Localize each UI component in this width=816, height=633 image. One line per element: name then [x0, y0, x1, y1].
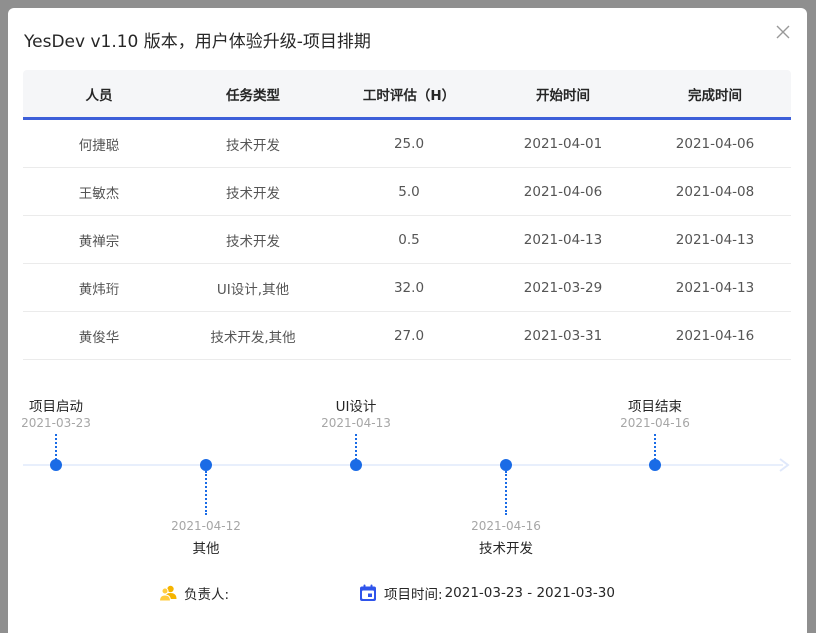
project-info-footer: 负责人: 项目时间: 2021-03-23 - 2021-03-30 — [8, 578, 807, 608]
milestone-label: 项目结束 — [628, 399, 682, 415]
cell-end-date: 2021-04-08 — [675, 183, 755, 200]
milestone-date: 2021-03-23 — [21, 416, 91, 430]
milestone-date: 2021-04-12 — [171, 519, 241, 533]
milestone-label: 技术开发 — [479, 541, 533, 557]
milestone-date: 2021-04-16 — [620, 416, 690, 430]
table-row: 何捷聪 技术开发 25.0 2021-04-01 2021-04-06 — [23, 120, 791, 168]
project-time-field: 项目时间: 2021-03-23 - 2021-03-30 — [358, 583, 615, 603]
milestone-connector — [355, 434, 357, 460]
cell-end-date: 2021-04-13 — [675, 231, 755, 248]
cell-end-date: 2021-04-16 — [675, 327, 755, 344]
cell-task-type: UI设计,其他 — [216, 281, 290, 298]
column-header-task-type: 任务类型 — [226, 87, 280, 104]
arrow-right-icon — [779, 458, 790, 472]
milestone-connector — [505, 471, 507, 515]
cell-start-date: 2021-03-31 — [523, 327, 603, 344]
calendar-icon — [360, 584, 376, 601]
column-header-start-date: 开始时间 — [536, 87, 590, 104]
milestone-node[interactable] — [350, 459, 362, 471]
cell-end-date: 2021-04-13 — [675, 279, 755, 296]
cell-person: 王敏杰 — [78, 185, 120, 202]
milestone-label: UI设计 — [335, 399, 377, 415]
cell-start-date: 2021-03-29 — [523, 279, 603, 296]
cell-hours: 27.0 — [393, 327, 425, 344]
project-time-label: 项目时间: — [384, 587, 443, 603]
cell-hours: 5.0 — [398, 183, 420, 200]
cell-end-date: 2021-04-06 — [675, 135, 755, 152]
milestone-label: 其他 — [192, 541, 220, 557]
column-header-person: 人员 — [85, 87, 113, 104]
column-header-end-date: 完成时间 — [688, 87, 742, 104]
cell-start-date: 2021-04-06 — [523, 183, 603, 200]
milestone-node[interactable] — [500, 459, 512, 471]
project-time-value: 2021-03-23 - 2021-03-30 — [444, 585, 615, 601]
table-row: 黄禅宗 技术开发 0.5 2021-04-13 2021-04-13 — [23, 216, 791, 264]
milestone-connector — [654, 434, 656, 460]
milestone-label: 项目启动 — [29, 399, 83, 415]
close-button[interactable] — [775, 24, 791, 40]
table-row: 王敏杰 技术开发 5.0 2021-04-06 2021-04-08 — [23, 168, 791, 216]
cell-hours: 25.0 — [393, 135, 425, 152]
owner-label: 负责人: — [184, 587, 230, 603]
milestone-date: 2021-04-16 — [471, 519, 541, 533]
close-icon — [776, 25, 790, 39]
user-group-icon — [158, 585, 177, 602]
cell-task-type: 技术开发,其他 — [210, 329, 296, 346]
cell-person: 黄俊华 — [78, 329, 120, 346]
dialog-title: YesDev v1.10 版本，用户体验升级-项目排期 — [24, 32, 371, 52]
column-header-hours: 工时评估（H） — [362, 87, 456, 104]
schedule-dialog: YesDev v1.10 版本，用户体验升级-项目排期 人员 任务类型 工时评估… — [8, 8, 807, 633]
cell-hours: 0.5 — [398, 231, 420, 248]
milestone-node[interactable] — [200, 459, 212, 471]
table-header: 人员 任务类型 工时评估（H） 开始时间 完成时间 — [23, 70, 791, 120]
cell-start-date: 2021-04-13 — [523, 231, 603, 248]
cell-start-date: 2021-04-01 — [523, 135, 603, 152]
milestone-connector — [205, 471, 207, 515]
milestone-node[interactable] — [50, 459, 62, 471]
cell-task-type: 技术开发 — [226, 185, 280, 202]
milestone-timeline: 项目启动 2021-03-23 2021-04-12 其他 UI设计 2021-… — [21, 368, 793, 568]
table-row: 黄炜珩 UI设计,其他 32.0 2021-03-29 2021-04-13 — [23, 264, 791, 312]
cell-task-type: 技术开发 — [226, 137, 280, 154]
cell-person: 黄禅宗 — [78, 233, 120, 250]
table-row: 黄俊华 技术开发,其他 27.0 2021-03-31 2021-04-16 — [23, 312, 791, 360]
cell-task-type: 技术开发 — [226, 233, 280, 250]
cell-person: 黄炜珩 — [78, 281, 120, 298]
schedule-table: 人员 任务类型 工时评估（H） 开始时间 完成时间 何捷聪 技术开发 25.0 … — [23, 70, 791, 360]
milestone-node[interactable] — [649, 459, 661, 471]
milestone-date: 2021-04-13 — [321, 416, 391, 430]
milestone-connector — [55, 434, 57, 460]
owner-field: 负责人: — [158, 583, 229, 603]
cell-person: 何捷聪 — [78, 137, 120, 154]
cell-hours: 32.0 — [393, 279, 425, 296]
timeline-axis — [23, 464, 783, 466]
